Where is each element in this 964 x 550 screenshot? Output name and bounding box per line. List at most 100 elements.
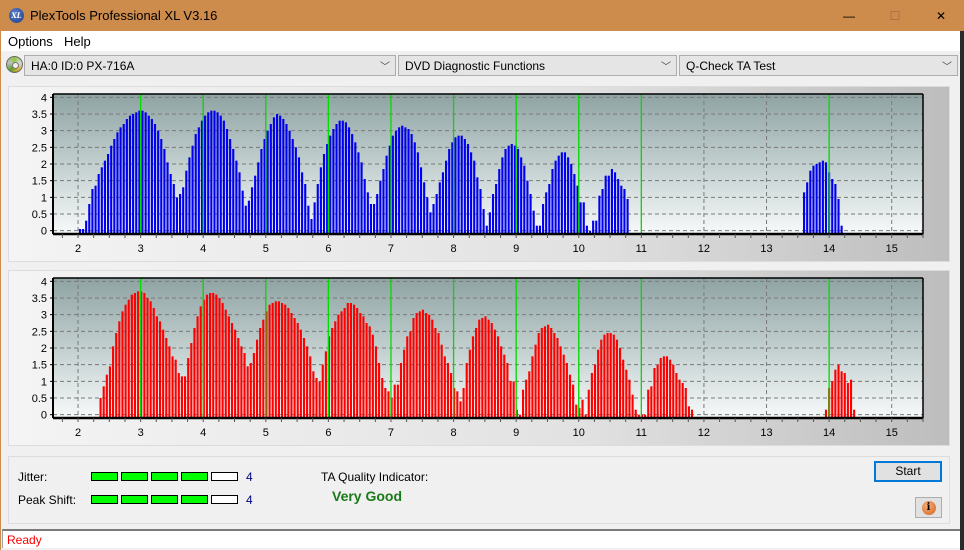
chart-bar [116,132,119,234]
chart-bar [108,366,112,418]
test-select[interactable]: Q-Check TA Test ﹀ [679,55,958,76]
chart-bar [550,328,553,418]
chart-bar [196,316,199,418]
chart-bar [204,115,207,234]
chart-bar [306,346,309,418]
info-button[interactable]: i [915,497,942,518]
chart-bar [312,371,315,418]
chart-bar [475,328,478,418]
chart-bar [119,127,122,234]
menu-options[interactable]: Options [8,34,53,49]
chart-bar [376,194,379,234]
chart-bar [528,371,531,418]
maximize-button[interactable]: ☐ [872,0,918,31]
chart-bar [85,220,88,234]
chart-bar [91,189,94,234]
minimize-button[interactable]: — [826,0,872,31]
chart-bar [365,323,368,418]
chart-bar [565,363,568,418]
chart-bar [468,349,471,418]
chart-bar [559,346,562,418]
chart-bar [337,314,340,418]
chart-bar [107,154,110,234]
chart-bar [496,336,500,418]
chart-bar [523,165,526,234]
chart-bar [316,184,319,234]
chart-bar [279,115,282,234]
function-select[interactable]: DVD Diagnostic Functions ﹀ [398,55,677,76]
chart-bar [504,149,507,234]
peak-shift-meter-segment [91,495,118,504]
chart-bar [620,185,623,234]
chart-bar [406,336,409,418]
y-tick-label: 2.5 [32,142,47,154]
chart-bar [684,388,687,418]
close-button[interactable]: ✕ [918,0,964,31]
chart-bar [340,311,343,418]
chart-bar [498,169,501,234]
chart-bar [191,145,194,234]
chart-bar [678,379,681,418]
chart-bar [554,160,557,234]
chart-bar [252,353,255,418]
jitter-meter-segment [91,472,118,481]
chart-bar [224,309,227,418]
chart-bar [606,333,609,418]
jitter-label: Jitter: [18,470,48,484]
chart-bar [675,373,678,418]
chart-bar [362,316,365,418]
x-tick-label: 14 [823,243,835,255]
chart-bar [304,184,307,234]
chart-bar [309,356,312,418]
chart-bar [149,301,152,418]
peak-shift-meter [91,495,238,504]
chart-bar [681,383,684,418]
chart-bar [368,326,371,418]
chart-bar [259,328,262,418]
chart-bar [319,167,322,234]
chart-bar [459,401,462,418]
chart-bar [613,172,617,234]
chart-bar [526,180,529,234]
chart-bar [199,306,202,418]
chart-bar [840,371,843,418]
x-tick-label: 15 [886,243,898,255]
title-bar: XL PlexTools Professional XL V3.16 — ☐ ✕ [0,0,964,31]
chart-bar [99,398,102,418]
chart-bar [282,119,285,234]
x-tick-label: 7 [388,243,394,255]
chart-bar [285,124,288,234]
chart-bar [592,220,595,234]
chart-bar [277,301,281,418]
peak-shift-meter-segment [121,495,148,504]
chart-bar [543,326,547,418]
chart-bar [297,157,301,234]
chart-bar [831,381,834,418]
chart-bar [241,190,244,234]
chart-bar [244,205,247,234]
drive-select[interactable]: HA:0 ID:0 PX-716A ﹀ [24,55,396,76]
chart-bar [291,139,294,234]
peak-shift-value: 4 [246,493,253,507]
chart-bar [124,304,127,418]
start-button[interactable]: Start [874,461,942,482]
chart-bar [177,373,180,418]
jitter-meter-segment [121,472,148,481]
chart-bar [562,354,565,418]
peak-shift-meter-segment [151,495,178,504]
chart-bar [484,316,487,418]
chart-bar [146,298,149,418]
chart-bar [532,210,535,234]
menu-help[interactable]: Help [64,34,91,49]
chart-bar [132,114,135,234]
chart-bar [653,368,656,418]
chart-bar [612,334,615,418]
chart-bar [615,339,618,418]
chart-bar [268,304,271,418]
chart-bar [463,139,466,234]
chart-bar [357,152,360,234]
menu-bar: Options Help [0,31,964,51]
chart-bar [567,157,570,234]
chart-bar [238,172,241,234]
chart-bar [143,293,146,418]
